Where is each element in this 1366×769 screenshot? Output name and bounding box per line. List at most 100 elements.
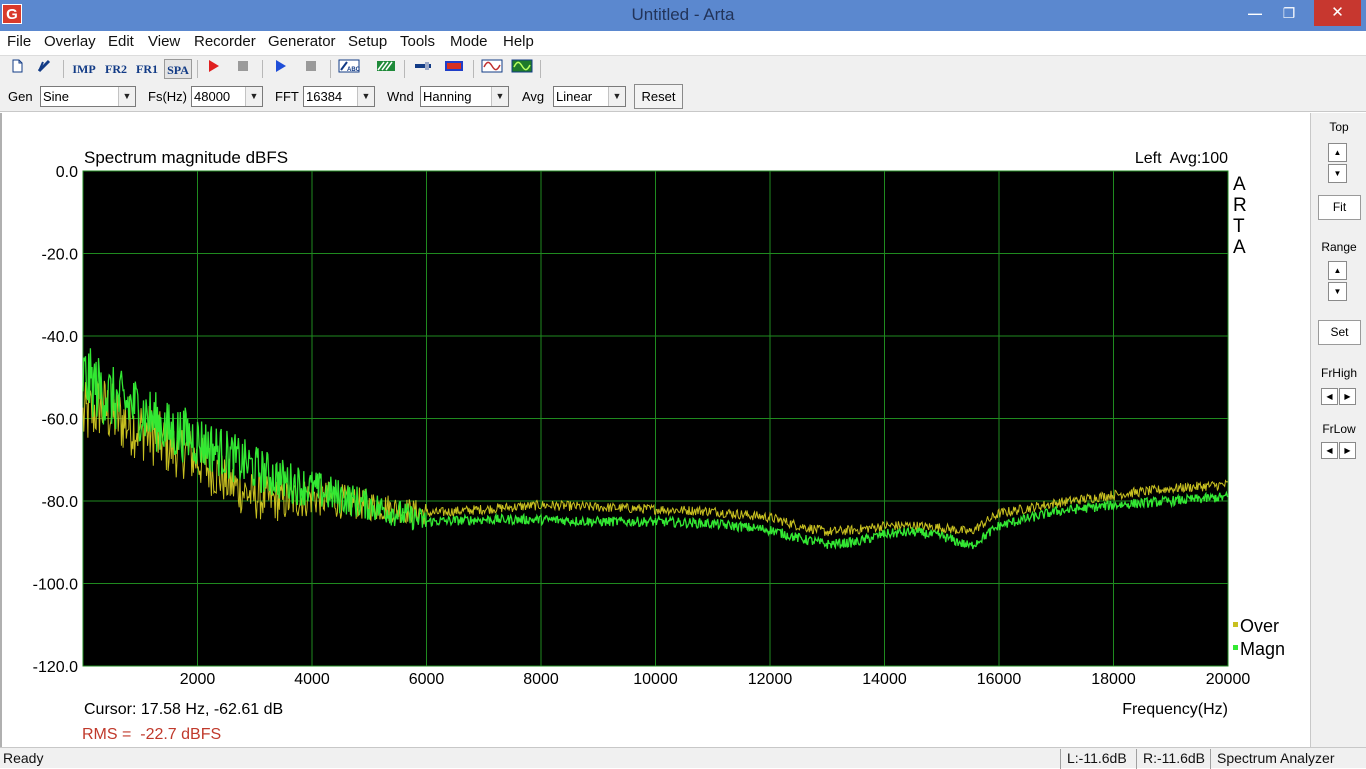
window-function-select[interactable]: Hanning ▼: [420, 86, 509, 107]
menu-overlay[interactable]: Overlay: [44, 33, 96, 50]
spa-mode-button[interactable]: SPA: [164, 59, 192, 79]
legend-over-swatch: [1233, 622, 1238, 627]
range-up-button[interactable]: ▲: [1328, 261, 1347, 280]
soundcard-setup-icon[interactable]: [375, 59, 397, 79]
generator-select[interactable]: Sine ▼: [40, 86, 136, 107]
toolbar: IMP FR2 FR1 SPA ABC: [0, 55, 1366, 81]
x-tick-labels: 2000 4000 6000 8000 10000 12000 14000 16000 1800…: [180, 671, 1251, 688]
frhigh-spinner: ◀ ▶: [1321, 388, 1359, 406]
watermark-letter: T: [1233, 216, 1245, 237]
frlow-spinner: ◀ ▶: [1321, 442, 1359, 460]
legend-magn-swatch: [1233, 645, 1238, 650]
legend-magn-label: Magn: [1240, 639, 1285, 659]
watermark-letter: R: [1233, 195, 1247, 216]
generator-select-value: Sine: [43, 89, 70, 104]
window-label: Wnd: [387, 89, 414, 104]
status-ready: Ready: [3, 750, 44, 766]
fft-size-value: 16384: [306, 89, 343, 104]
x-axis-label: Frequency(Hz): [1122, 701, 1228, 718]
minimize-button[interactable]: —: [1238, 0, 1272, 26]
record-play-icon[interactable]: [204, 59, 222, 79]
frlow-left-button[interactable]: ◀: [1321, 442, 1338, 459]
reset-button[interactable]: Reset: [634, 84, 683, 109]
y-tick-label: -20.0: [42, 247, 79, 264]
menu-recorder[interactable]: Recorder: [194, 33, 256, 50]
menu-generator[interactable]: Generator: [268, 33, 336, 50]
y-tick-label: -80.0: [42, 494, 79, 511]
frhigh-left-button[interactable]: ◀: [1321, 388, 1338, 405]
oscilloscope-icon[interactable]: [510, 59, 534, 79]
toolbar-separator: [63, 60, 64, 78]
fft-label: FFT: [275, 89, 299, 104]
x-tick-label: 4000: [294, 671, 330, 688]
chart-title: Spectrum magnitude dBFS: [84, 148, 288, 167]
fs-label: Fs(Hz): [148, 89, 187, 104]
frhigh-label: FrHigh: [1320, 366, 1357, 380]
fit-button[interactable]: Fit: [1318, 195, 1361, 220]
x-tick-label: 2000: [180, 671, 216, 688]
x-tick-label: 10000: [633, 671, 678, 688]
set-button[interactable]: Set: [1318, 320, 1361, 345]
averaging-label: Avg: [522, 89, 545, 104]
watermark-letter: A: [1233, 237, 1246, 258]
watermark-letter: A: [1233, 174, 1246, 195]
chevron-down-icon[interactable]: ▼: [118, 87, 135, 106]
menu-setup[interactable]: Setup: [348, 33, 387, 50]
top-down-button[interactable]: ▼: [1328, 164, 1347, 183]
chevron-down-icon[interactable]: ▼: [357, 87, 374, 106]
top-up-button[interactable]: ▲: [1328, 143, 1347, 162]
menu-edit[interactable]: Edit: [108, 33, 134, 50]
fft-size-select[interactable]: 16384 ▼: [303, 86, 375, 107]
x-tick-label: 14000: [862, 671, 907, 688]
range-down-button[interactable]: ▼: [1328, 282, 1347, 301]
probe-setup-icon[interactable]: [412, 59, 434, 79]
title-bar: G Untitled - Arta — ❐ ✕: [0, 0, 1366, 31]
svg-text:ABC: ABC: [347, 67, 360, 73]
averaging-value: Linear: [556, 89, 593, 104]
maximize-button[interactable]: ❐: [1272, 0, 1306, 26]
scale-control-panel: Top ▲ ▼ Fit Range ▲ ▼ Set FrHigh ◀ ▶ FrL…: [1310, 113, 1366, 747]
window-title: Untitled - Arta: [631, 5, 735, 24]
sample-rate-select[interactable]: 48000 ▼: [191, 86, 263, 107]
y-tick-label: -40.0: [42, 329, 79, 346]
toolbar-separator: [404, 60, 405, 78]
averaging-select[interactable]: Linear ▼: [553, 86, 626, 107]
menu-view[interactable]: View: [148, 33, 180, 50]
toolbar-separator: [540, 60, 541, 78]
new-file-icon[interactable]: [8, 59, 26, 79]
generator-stop-icon[interactable]: [302, 59, 320, 79]
generator-play-icon[interactable]: [271, 59, 289, 79]
frhigh-right-button[interactable]: ▶: [1339, 388, 1356, 405]
menu-bar: File Overlay Edit View Recorder Generato…: [0, 31, 1366, 53]
cursor-readout: Cursor: 17.58 Hz, -62.61 dB: [84, 701, 283, 718]
toolbar-separator: [330, 60, 331, 78]
status-bar: Ready L:-11.6dB R:-11.6dB Spectrum Analy…: [0, 747, 1366, 769]
x-tick-label: 8000: [523, 671, 559, 688]
legend-over-label: Over: [1240, 616, 1279, 636]
chevron-down-icon[interactable]: ▼: [245, 87, 262, 106]
open-file-icon[interactable]: [35, 59, 53, 79]
menu-mode[interactable]: Mode: [450, 33, 488, 50]
frlow-label: FrLow: [1322, 422, 1356, 436]
spectrum-chart[interactable]: 0.0 -20.0 -40.0 -60.0 -80.0 -100.0 -120.0 2000…: [0, 113, 1310, 747]
chevron-down-icon[interactable]: ▼: [608, 87, 625, 106]
x-tick-label: 20000: [1206, 671, 1251, 688]
channel-average-label: Left Avg:100: [1135, 150, 1228, 167]
sample-rate-value: 48000: [194, 89, 231, 104]
x-tick-label: 6000: [409, 671, 445, 688]
menu-tools[interactable]: Tools: [400, 33, 435, 50]
status-left-level: L:-11.6dB: [1060, 749, 1136, 769]
menu-file[interactable]: File: [7, 33, 31, 50]
fr2-mode-button[interactable]: FR2: [102, 59, 130, 79]
signal-generator-icon[interactable]: [480, 59, 504, 79]
chevron-down-icon[interactable]: ▼: [491, 87, 508, 106]
meter-icon[interactable]: [443, 59, 465, 79]
menu-help[interactable]: Help: [503, 33, 534, 50]
close-button[interactable]: ✕: [1314, 0, 1361, 26]
fr1-mode-button[interactable]: FR1: [133, 59, 161, 79]
y-tick-labels: 0.0 -20.0 -40.0 -60.0 -80.0 -100.0 -120.0: [33, 164, 78, 676]
impulse-mode-button[interactable]: IMP: [70, 59, 98, 79]
record-stop-icon[interactable]: [234, 59, 252, 79]
frlow-right-button[interactable]: ▶: [1339, 442, 1356, 459]
abc-calibrate-icon[interactable]: ABC: [337, 59, 361, 79]
